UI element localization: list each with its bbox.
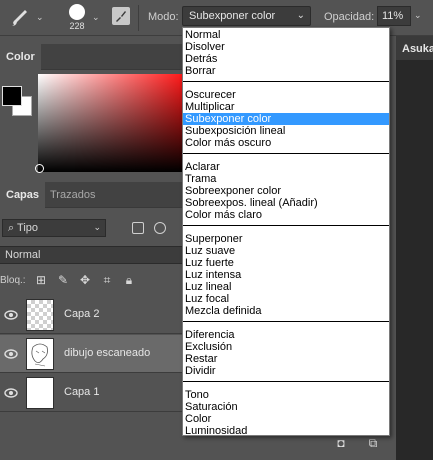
blend-mode-option[interactable]: Exclusión — [183, 341, 389, 353]
blend-mode-option[interactable]: Luminosidad — [183, 425, 389, 437]
blend-mode-option[interactable]: Multiplicar — [183, 101, 389, 113]
blend-mode-option[interactable]: Normal — [183, 29, 389, 41]
layer-filter-select[interactable]: ⌕ Tipo ⌄ — [2, 219, 106, 237]
blend-mode-option[interactable]: Sobreexpos. lineal (Añadir) — [183, 197, 389, 209]
eye-icon[interactable] — [4, 308, 18, 322]
tab-paths[interactable]: Trazados — [44, 182, 101, 208]
blend-mode-option[interactable]: Detrás — [183, 53, 389, 65]
search-icon: ⌕ — [8, 222, 18, 234]
blend-mode-select[interactable]: Subexponer color ⌄ — [182, 6, 311, 26]
chevron-down-icon: ⌄ — [93, 222, 101, 232]
chevron-down-icon[interactable]: ⌄ — [92, 12, 100, 23]
layer-row[interactable]: dibujo escaneado — [0, 335, 182, 373]
layer-name[interactable]: Capa 1 — [64, 386, 99, 398]
dropdown-separator — [183, 153, 389, 154]
chevron-down-icon[interactable]: ⌄ — [414, 10, 422, 21]
blend-mode-option[interactable]: Mezcla definida — [183, 305, 389, 317]
blend-mode-option[interactable]: Aclarar — [183, 161, 389, 173]
dropdown-separator — [183, 381, 389, 382]
brush-settings-panel-button[interactable] — [112, 7, 130, 25]
adjustment-filter-icon[interactable] — [154, 222, 166, 234]
dropdown-separator — [183, 225, 389, 226]
foreground-color-swatch[interactable] — [2, 86, 22, 106]
image-filter-icon[interactable] — [132, 222, 144, 234]
blend-mode-option[interactable]: Luz focal — [183, 293, 389, 305]
color-panel-tabbar: Color — [0, 44, 182, 70]
blend-mode-dropdown-list: Normal Disolver Detrás Borrar Oscurecer Multi… — [182, 27, 390, 437]
blend-mode-option[interactable]: Borrar — [183, 65, 389, 77]
layer-thumbnail — [26, 377, 54, 409]
color-picker-marker[interactable] — [35, 164, 44, 173]
blend-mode-option[interactable]: Superponer — [183, 233, 389, 245]
brush-tip-icon — [69, 4, 85, 20]
blend-mode-option[interactable]: Color más oscuro — [183, 137, 389, 149]
toolbar-divider — [138, 5, 139, 31]
blend-mode-option[interactable]: Trama — [183, 173, 389, 185]
brush-size-value: 228 — [69, 21, 85, 31]
layer-thumbnail — [26, 299, 54, 331]
dropdown-separator — [183, 81, 389, 82]
chevron-down-icon[interactable]: ⌄ — [36, 12, 44, 23]
eye-icon[interactable] — [4, 386, 18, 400]
opacity-input[interactable]: 11% — [377, 6, 411, 26]
lock-label: Bloq.: — [0, 275, 26, 286]
sketch-thumbnail-icon — [31, 343, 48, 367]
chevron-down-icon: ⌄ — [296, 10, 305, 21]
layer-name[interactable]: Capa 2 — [64, 308, 99, 320]
blend-mode-option[interactable]: Diferencia — [183, 329, 389, 341]
lock-position-icon[interactable]: ✥ — [78, 273, 92, 287]
blend-mode-value: Subexponer color — [189, 10, 276, 22]
mode-label: Modo: — [148, 11, 179, 23]
eye-icon[interactable] — [4, 347, 18, 361]
blend-mode-option[interactable]: Subexponer color — [183, 113, 389, 125]
document-canvas[interactable] — [396, 60, 433, 460]
blend-mode-option[interactable]: Sobreexponer color — [183, 185, 389, 197]
blend-mode-option[interactable]: Tono — [183, 389, 389, 401]
dropdown-separator — [183, 321, 389, 322]
layer-name[interactable]: dibujo escaneado — [64, 347, 150, 359]
blend-mode-option[interactable]: Saturación — [183, 401, 389, 413]
lock-artboard-icon[interactable]: ⌗ — [100, 273, 114, 287]
lock-image-pixels-icon[interactable]: ✎ — [56, 273, 70, 287]
brush-tool-icon[interactable] — [8, 6, 32, 28]
layer-blend-mode-select[interactable]: Normal — [0, 246, 182, 264]
blend-mode-option[interactable]: Luz lineal — [183, 281, 389, 293]
layer-row[interactable]: Capa 1 — [0, 374, 182, 412]
blend-mode-option[interactable]: Color — [183, 413, 389, 425]
blend-mode-option[interactable]: Restar — [183, 353, 389, 365]
lock-transparent-pixels-icon[interactable]: ⊞ — [34, 273, 48, 287]
blend-mode-option[interactable]: Luz fuerte — [183, 257, 389, 269]
opacity-label: Opacidad: — [324, 11, 375, 23]
layers-panel-tabbar: Capas Trazados — [0, 182, 182, 208]
brush-settings-icon — [116, 11, 126, 22]
blend-mode-option[interactable]: Dividir — [183, 365, 389, 377]
layer-thumbnail — [26, 338, 54, 370]
blend-mode-option[interactable]: Luz suave — [183, 245, 389, 257]
blend-mode-option[interactable]: Subexposición lineal — [183, 125, 389, 137]
blend-mode-option[interactable]: Disolver — [183, 41, 389, 53]
lock-all-icon[interactable]: 🔒︎ — [122, 273, 136, 287]
blend-mode-option[interactable]: Oscurecer — [183, 89, 389, 101]
brush-preset-picker[interactable]: 228 — [64, 2, 90, 32]
tab-color[interactable]: Color — [0, 44, 41, 70]
layer-row[interactable]: Capa 2 — [0, 296, 182, 334]
blend-mode-option[interactable]: Color más claro — [183, 209, 389, 221]
tab-layers[interactable]: Capas — [0, 182, 46, 208]
blend-mode-option[interactable]: Luz intensa — [183, 269, 389, 281]
document-tab[interactable]: Asuka — [396, 36, 433, 60]
layer-filter-value: Tipo — [17, 222, 39, 234]
color-picker-field[interactable] — [38, 74, 182, 172]
